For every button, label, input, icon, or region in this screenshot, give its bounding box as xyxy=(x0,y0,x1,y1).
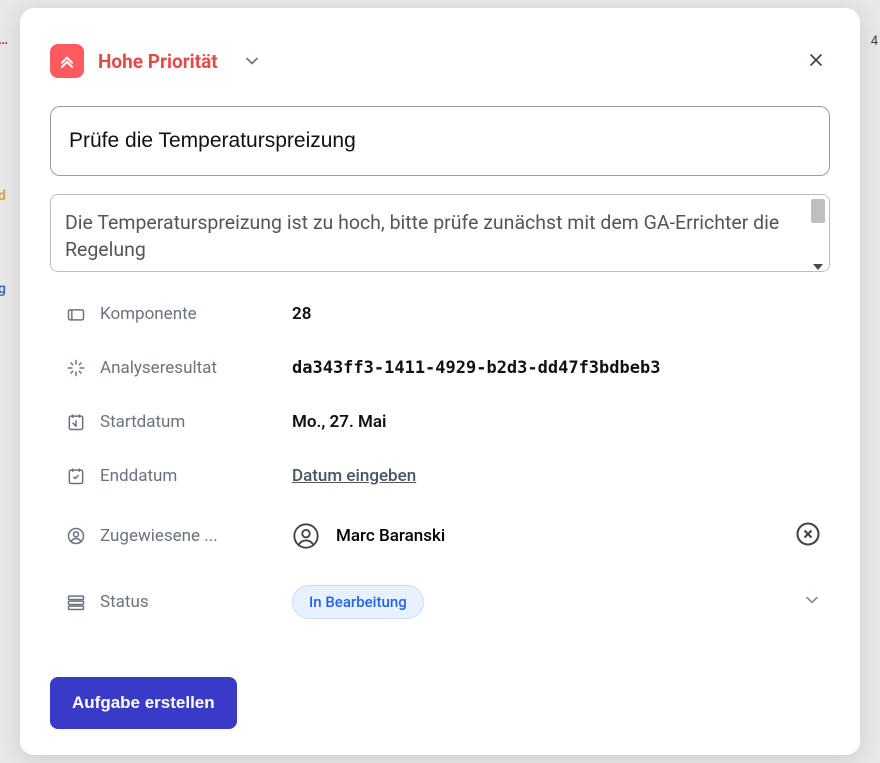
task-modal: Hohe Priorität xyxy=(20,8,860,755)
status-row: Status In Bearbeitung xyxy=(66,585,822,619)
close-button[interactable] xyxy=(802,46,830,77)
bg-fragment: 4 xyxy=(871,34,878,49)
end-date-value[interactable]: Datum eingeben xyxy=(292,466,822,486)
x-circle-icon xyxy=(794,520,822,548)
create-task-button[interactable]: Aufgabe erstellen xyxy=(50,677,237,729)
status-label: Status xyxy=(66,592,292,612)
calendar-start-icon xyxy=(66,412,86,432)
priority-selector[interactable]: Hohe Priorität xyxy=(50,44,262,78)
calendar-end-icon xyxy=(66,466,86,486)
assignee-label: Zugewiesene ... xyxy=(66,526,292,546)
priority-label: Hohe Priorität xyxy=(98,50,218,73)
component-label-text: Komponente xyxy=(100,304,197,324)
remove-assignee-button[interactable] xyxy=(794,520,822,551)
analysis-label-text: Analyseresultat xyxy=(100,358,217,378)
bg-fragment: g xyxy=(0,281,6,297)
task-description-input[interactable] xyxy=(50,194,830,272)
status-icon xyxy=(66,592,86,612)
task-details: Komponente 28 Analyseresultat da343ff3-1… xyxy=(50,304,830,651)
avatar-icon xyxy=(292,522,320,550)
status-pill[interactable]: In Bearbeitung xyxy=(292,585,424,619)
person-icon xyxy=(66,526,86,546)
component-icon xyxy=(66,304,86,324)
priority-icon xyxy=(50,44,84,78)
start-date-value[interactable]: Mo., 27. Mai xyxy=(292,412,822,432)
component-value[interactable]: 28 xyxy=(292,304,822,324)
end-date-label-text: Enddatum xyxy=(100,466,177,486)
start-date-row: Startdatum Mo., 27. Mai xyxy=(66,412,822,432)
component-label: Komponente xyxy=(66,304,292,324)
status-dropdown-button[interactable] xyxy=(802,590,822,614)
bg-fragment: d xyxy=(0,188,6,204)
priority-dropdown-button[interactable] xyxy=(242,51,262,71)
bg-fragment: … xyxy=(0,32,8,48)
component-row: Komponente 28 xyxy=(66,304,822,324)
task-description-wrap xyxy=(50,194,830,276)
task-title-input[interactable] xyxy=(50,106,830,176)
end-date-row: Enddatum Datum eingeben xyxy=(66,466,822,486)
analysis-row: Analyseresultat da343ff3-1411-4929-b2d3-… xyxy=(66,358,822,378)
end-date-label: Enddatum xyxy=(66,466,292,486)
close-icon xyxy=(806,50,826,70)
assignee-value[interactable]: Marc Baranski xyxy=(292,520,822,551)
chevron-down-icon xyxy=(242,51,262,71)
modal-header: Hohe Priorität xyxy=(50,44,830,78)
analysis-label: Analyseresultat xyxy=(66,358,292,378)
assignee-name: Marc Baranski xyxy=(336,526,445,546)
assignee-row: Zugewiesene ... Marc Baranski xyxy=(66,520,822,551)
start-date-label: Startdatum xyxy=(66,412,292,432)
analysis-value[interactable]: da343ff3-1411-4929-b2d3-dd47f3bdbeb3 xyxy=(292,358,822,378)
end-date-placeholder[interactable]: Datum eingeben xyxy=(292,466,416,486)
sparkle-icon xyxy=(66,358,86,378)
assignee-label-text: Zugewiesene ... xyxy=(100,526,218,546)
modal-footer: Aufgabe erstellen xyxy=(50,677,830,729)
status-label-text: Status xyxy=(100,592,149,612)
chevron-down-icon xyxy=(802,590,822,610)
start-date-label-text: Startdatum xyxy=(100,412,185,432)
